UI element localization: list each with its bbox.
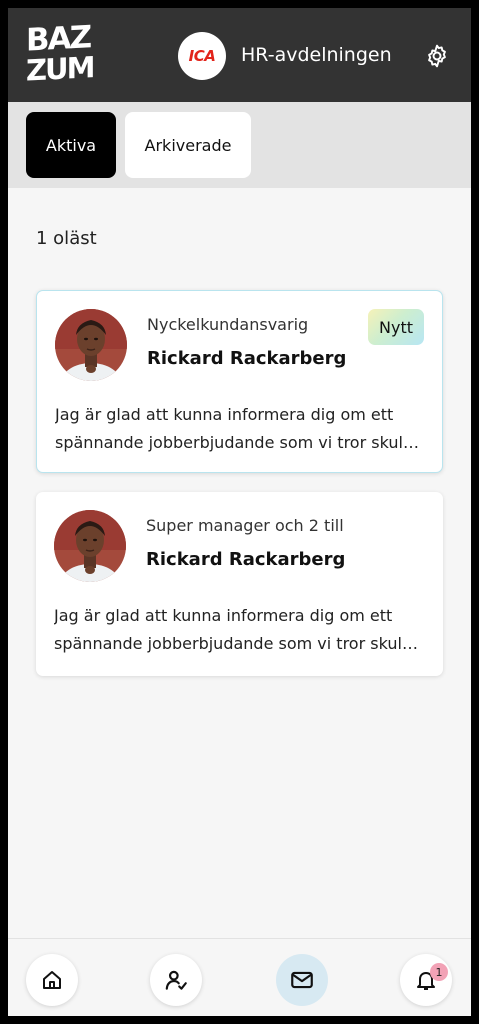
message-preview: Jag är glad att kunna informera dig om e…	[55, 401, 427, 457]
tab-active[interactable]: Aktiva	[26, 112, 116, 178]
message-sender: Rickard Rackarberg	[147, 348, 347, 369]
message-preview-line-1: Jag är glad att kunna informera dig om e…	[55, 405, 394, 424]
app-frame: BAZ ZUM ICA HR-avdelningen Aktiva Arkive…	[8, 8, 471, 1016]
home-icon	[43, 971, 61, 989]
candidates-icon	[165, 970, 187, 990]
notification-count-badge: 1	[430, 963, 448, 981]
message-role: Super manager och 2 till	[146, 516, 344, 535]
message-preview-line-1: Jag är glad att kunna informera dig om e…	[54, 606, 393, 625]
message-sender: Rickard Rackarberg	[146, 549, 346, 570]
company-name[interactable]: HR-avdelningen	[241, 43, 392, 67]
message-role: Nyckelkundansvarig	[147, 315, 309, 334]
unread-count: 1 oläst	[36, 228, 97, 249]
avatar	[55, 309, 127, 381]
message-card[interactable]: Nyckelkundansvarig Rickard Rackarberg Ny…	[36, 290, 443, 473]
company-logo-text: ICA	[188, 47, 216, 65]
message-preview-line-2: spännande jobberbjudande som vi tror sku…	[54, 634, 418, 653]
new-badge: Nytt	[368, 309, 424, 345]
top-header: BAZ ZUM ICA HR-avdelningen	[8, 8, 471, 102]
message-preview-line-2: spännande jobberbjudande som vi tror sku…	[55, 433, 419, 452]
message-preview: Jag är glad att kunna informera dig om e…	[54, 602, 426, 658]
notifications-button[interactable]: 1	[400, 954, 452, 1006]
tab-archived[interactable]: Arkiverade	[125, 112, 251, 178]
logo-line-2: ZUM	[26, 50, 94, 88]
gear-icon[interactable]	[424, 43, 450, 69]
home-button[interactable]	[26, 954, 78, 1006]
messages-icon	[291, 971, 313, 989]
avatar	[54, 510, 126, 582]
company-logo[interactable]: ICA	[178, 32, 226, 80]
tabs-bar: Aktiva Arkiverade	[8, 102, 471, 188]
bottom-navigation: 1	[8, 938, 471, 1016]
candidates-button[interactable]	[150, 954, 202, 1006]
bazzum-logo[interactable]: BAZ ZUM	[26, 19, 94, 88]
message-card[interactable]: Super manager och 2 till Rickard Rackarb…	[36, 492, 443, 676]
messages-button[interactable]	[276, 954, 328, 1006]
